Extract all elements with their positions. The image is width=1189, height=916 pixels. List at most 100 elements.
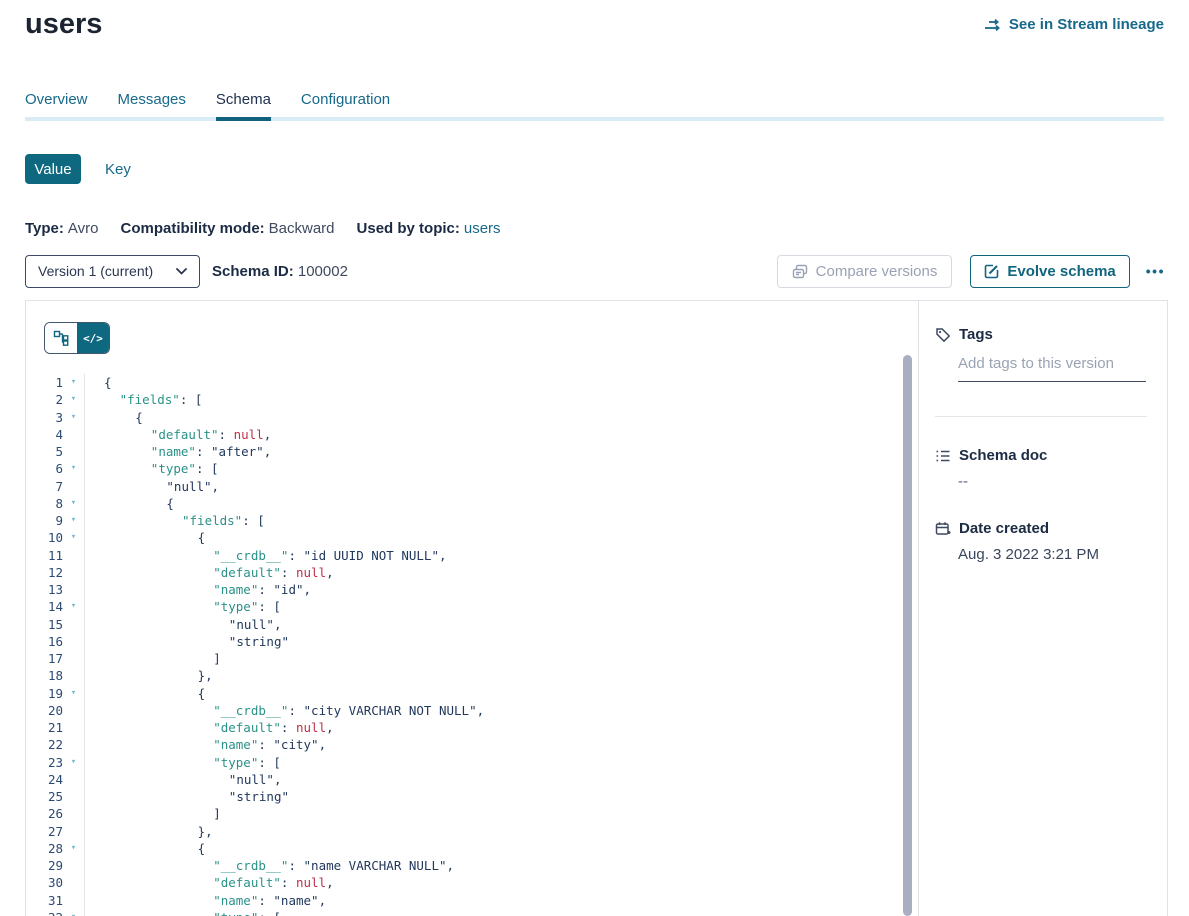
schema-id-value: 100002	[298, 263, 348, 280]
code-gutter: 14▾	[26, 598, 85, 615]
collapse-toggle-icon[interactable]: ▾	[63, 409, 84, 426]
meta-value: Backward	[269, 220, 335, 237]
code-gutter: 23▾	[26, 754, 85, 771]
collapse-toggle-spacer	[63, 857, 84, 874]
version-select[interactable]: Version 1 (current)	[25, 255, 200, 288]
collapse-toggle-spacer	[63, 892, 84, 909]
code-view-button[interactable]: </>	[77, 323, 109, 353]
code-gutter: 28▾	[26, 840, 85, 857]
code-gutter: 10▾	[26, 529, 85, 546]
code-gutter: 22	[26, 736, 85, 753]
code-line-content: },	[85, 667, 213, 684]
code-line: 16"string"	[26, 633, 902, 650]
code-line: 29"__crdb__": "name VARCHAR NULL",	[26, 857, 902, 874]
tree-view-button[interactable]	[45, 323, 77, 353]
code-line-content: "default": null,	[85, 719, 334, 736]
collapse-toggle-spacer	[63, 616, 84, 633]
collapse-toggle-icon[interactable]: ▾	[63, 374, 84, 391]
compare-versions-icon	[792, 264, 808, 279]
code-line: 2▾"fields": [	[26, 391, 902, 408]
collapse-toggle-icon[interactable]: ▾	[63, 391, 84, 408]
schema-doc-value: --	[958, 473, 1147, 490]
code-line-content: "__crdb__": "name VARCHAR NULL",	[85, 857, 454, 874]
schema-code-viewer[interactable]: 1▾{2▾"fields": [3▾{4"default": null,5"na…	[26, 353, 902, 916]
line-number: 9	[26, 512, 63, 529]
tab-messages[interactable]: Messages	[118, 88, 186, 121]
line-number: 6	[26, 460, 63, 477]
code-line: 6▾"type": [	[26, 460, 902, 477]
collapse-toggle-spacer	[63, 581, 84, 598]
collapse-toggle-icon[interactable]: ▾	[63, 529, 84, 546]
code-line: 21 "default": null,	[26, 719, 902, 736]
collapse-toggle-icon[interactable]: ▾	[63, 754, 84, 771]
line-number: 21	[26, 719, 63, 736]
key-tab-button[interactable]: Key	[105, 161, 131, 178]
more-actions-button[interactable]: •••	[1140, 259, 1171, 283]
view-mode-toggle: </>	[44, 322, 110, 354]
collapse-toggle-icon[interactable]: ▾	[63, 495, 84, 512]
collapse-toggle-spacer	[63, 702, 84, 719]
code-line: 23▾"type": [	[26, 754, 902, 771]
stream-lineage-icon	[984, 18, 1002, 32]
code-line: 11"__crdb__": "id UUID NOT NULL",	[26, 547, 902, 564]
code-line-content: {	[85, 409, 143, 426]
tab-schema[interactable]: Schema	[216, 88, 271, 121]
code-gutter: 15	[26, 616, 85, 633]
meta-item: Used by topic:users	[357, 220, 501, 237]
code-line: 24"null",	[26, 771, 902, 788]
compare-versions-button[interactable]: Compare versions	[777, 255, 953, 288]
topic-link[interactable]: users	[464, 220, 501, 237]
line-number: 2	[26, 391, 63, 408]
code-line: 8▾{	[26, 495, 902, 512]
collapse-toggle-icon[interactable]: ▾	[63, 685, 84, 702]
line-number: 20	[26, 702, 63, 719]
collapse-toggle-icon[interactable]: ▾	[63, 598, 84, 615]
line-number: 26	[26, 805, 63, 822]
tab-bar: Overview Messages Schema Configuration	[0, 88, 1189, 121]
code-gutter: 17	[26, 650, 85, 667]
code-line: 15"null",	[26, 616, 902, 633]
date-created-section: Date created Aug. 3 2022 3:21 PM	[935, 520, 1147, 563]
code-gutter: 5	[26, 443, 85, 460]
code-line-content: "default": null,	[85, 426, 271, 443]
code-line: 5"name": "after",	[26, 443, 902, 460]
meta-item: Type:Avro	[25, 220, 98, 237]
collapse-toggle-icon[interactable]: ▾	[63, 512, 84, 529]
stream-lineage-link[interactable]: See in Stream lineage	[984, 16, 1164, 33]
collapse-toggle-icon[interactable]: ▾	[63, 460, 84, 477]
evolve-schema-button[interactable]: Evolve schema	[970, 255, 1129, 288]
tab-configuration[interactable]: Configuration	[301, 88, 390, 121]
meta-item: Compatibility mode:Backward	[120, 220, 334, 237]
collapse-toggle-spacer	[63, 874, 84, 891]
code-line-content: "__crdb__": "city VARCHAR NOT NULL",	[85, 702, 484, 719]
collapse-toggle-spacer	[63, 443, 84, 460]
tree-view-icon	[53, 330, 69, 346]
line-number: 1	[26, 374, 63, 391]
line-number: 28	[26, 840, 63, 857]
date-created-value: Aug. 3 2022 3:21 PM	[958, 546, 1147, 563]
collapse-toggle-spacer	[63, 426, 84, 443]
code-line-content: {	[85, 685, 205, 702]
code-gutter: 30	[26, 874, 85, 891]
line-number: 15	[26, 616, 63, 633]
collapse-toggle-spacer	[63, 771, 84, 788]
value-tab-button[interactable]: Value	[25, 154, 81, 184]
code-line: 32▾"type": [	[26, 909, 902, 916]
line-number: 18	[26, 667, 63, 684]
schema-sidebar: Tags Schema doc --	[918, 301, 1167, 916]
schema-doc-section: Schema doc --	[935, 447, 1147, 490]
collapse-toggle-spacer	[63, 633, 84, 650]
code-gutter: 26	[26, 805, 85, 822]
collapse-toggle-icon[interactable]: ▾	[63, 840, 84, 857]
tab-overview[interactable]: Overview	[25, 88, 88, 121]
code-gutter: 2▾	[26, 391, 85, 408]
code-line-content: "type": [	[85, 460, 219, 477]
collapse-toggle-icon[interactable]: ▾	[63, 909, 84, 916]
add-tags-input[interactable]	[958, 355, 1146, 382]
collapse-toggle-spacer	[63, 719, 84, 736]
line-number: 3	[26, 409, 63, 426]
code-scrollbar[interactable]	[903, 355, 912, 916]
code-line-content: "name": "after",	[85, 443, 271, 460]
tag-icon	[935, 327, 951, 343]
code-line: 13"name": "id",	[26, 581, 902, 598]
